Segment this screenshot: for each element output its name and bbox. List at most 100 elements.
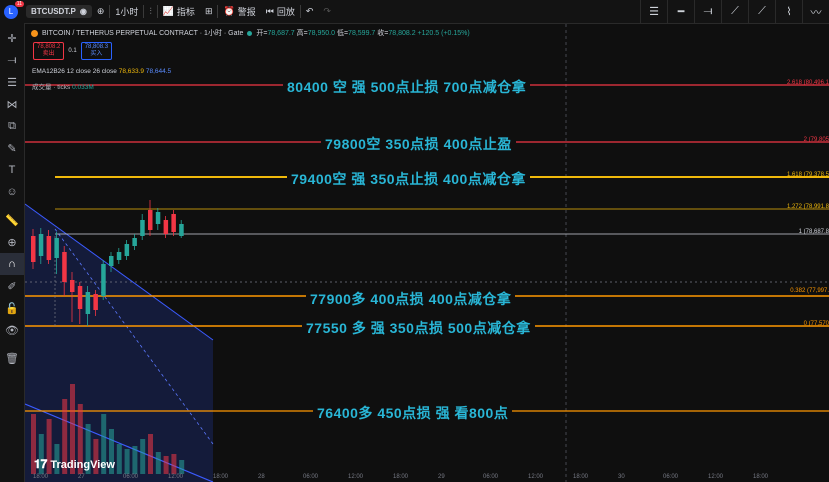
line-tools[interactable]: ⟞ bbox=[0, 49, 24, 71]
volume-bar bbox=[124, 449, 130, 474]
sell-label: 卖出 bbox=[42, 51, 55, 57]
sell-price: 78,808.2 bbox=[37, 44, 61, 50]
replay-icon: ⏮ bbox=[265, 6, 274, 16]
eye-icon: 👁 bbox=[5, 324, 19, 337]
magnet-icon: ∩ bbox=[8, 258, 16, 270]
layouts-button[interactable]: ⊞ bbox=[200, 0, 218, 23]
symbol-title: BITCOIN / TETHERUS PERPETUAL CONTRACT · … bbox=[42, 30, 244, 37]
pattern-tool[interactable]: 〰 bbox=[802, 0, 829, 23]
candle-body bbox=[46, 236, 52, 260]
fib-label-1272: 1.272 (78,991.8 bbox=[786, 204, 829, 210]
annotation-79400: 79400空 强 350点止损 400点减仓拿 bbox=[287, 169, 530, 189]
time-tick-label: 28 bbox=[258, 474, 265, 480]
trend-line-tool[interactable]: ⟋ bbox=[721, 0, 748, 23]
alert-button[interactable]: ⏰ 警报 bbox=[218, 0, 260, 23]
redo-button[interactable]: ↷ bbox=[318, 0, 336, 23]
chart-pane[interactable]: BITCOIN / TETHERUS PERPETUAL CONTRACT · … bbox=[25, 24, 829, 482]
candle-body bbox=[62, 252, 67, 282]
forecast-tools[interactable]: ⧉ bbox=[0, 115, 24, 137]
candle-body bbox=[155, 212, 161, 224]
time-tick-label: 12:00 bbox=[708, 474, 724, 480]
symbol-search-button[interactable]: BTCUSDT.P ◉ bbox=[26, 5, 92, 18]
volume-legend[interactable]: 成交量 · ticks 0.033M bbox=[32, 81, 94, 91]
drawing-toolbar: ✛ ⟞ ☰ ⋈ ⧉ ✎ T ☺ 📏 ⊕ ∩ ✐ 🔓 👁 🗑 bbox=[0, 23, 25, 482]
alarm-icon: ⏰ bbox=[223, 6, 235, 16]
time-axis[interactable]: 18:00 27 06:00 12:00 18:00 28 06:00 12:00 18:00 2… bbox=[25, 474, 829, 482]
add-symbol-button[interactable]: ⊕ bbox=[92, 0, 110, 23]
tradingview-icon: 𝟏𝟕 bbox=[34, 457, 48, 471]
fib-tools[interactable]: ☰ bbox=[0, 71, 24, 93]
fib-label-1618: 1.618 (79,378.5 bbox=[786, 172, 829, 178]
tradingview-logo[interactable]: 𝟏𝟕 TradingView bbox=[34, 457, 115, 472]
candle-body bbox=[70, 280, 75, 292]
measure-tool[interactable]: 📏 bbox=[0, 209, 24, 231]
path-icon: ⌇ bbox=[786, 6, 792, 18]
ema-label: EMA12B26 12 close 26 close bbox=[32, 68, 117, 75]
candle-body bbox=[101, 264, 106, 296]
time-tick-label: 12:00 bbox=[348, 474, 364, 480]
horizontal-line-tool[interactable]: ━ bbox=[667, 0, 694, 23]
horizontal-ray-tool[interactable]: ⟞ bbox=[694, 0, 721, 23]
volume-bar bbox=[155, 452, 161, 474]
channel-fill bbox=[25, 204, 213, 482]
time-tick-label: 18:00 bbox=[573, 474, 589, 480]
time-tick-label: 18:00 bbox=[33, 474, 49, 480]
plus-circle-icon: ⊕ bbox=[96, 6, 105, 16]
pattern-tools[interactable]: ⋈ bbox=[0, 93, 24, 115]
alert-label: 警报 bbox=[237, 7, 256, 17]
ray-tool[interactable]: ⟋ bbox=[748, 0, 775, 23]
volume-bar bbox=[171, 454, 177, 474]
text-tools[interactable]: T bbox=[0, 159, 24, 181]
replay-label: 回放 bbox=[276, 7, 295, 17]
buy-price: 78,808.3 bbox=[84, 44, 109, 50]
lock-drawings[interactable]: 🔓 bbox=[0, 297, 24, 319]
candle-body bbox=[93, 294, 98, 310]
time-tick-label: 27 bbox=[78, 474, 85, 480]
icon-tools[interactable]: ☺ bbox=[0, 181, 24, 203]
fib-retracement-tool[interactable]: ☰ bbox=[640, 0, 667, 23]
candle-body bbox=[148, 210, 153, 230]
annotation-77550: 77550 多 强 350点损 500点减仓拿 bbox=[302, 318, 535, 338]
remove-drawings[interactable]: 🗑 bbox=[0, 347, 24, 369]
path-tool[interactable]: ⌇ bbox=[775, 0, 802, 23]
indicators-button[interactable]: 📈 指标 bbox=[158, 0, 200, 23]
annotation-77900: 77900多 400点损 400点减仓拿 bbox=[306, 289, 516, 309]
text-icon: T bbox=[8, 164, 16, 176]
magnet-tool[interactable]: ∩ bbox=[0, 253, 24, 275]
indicators-label: 指标 bbox=[176, 7, 195, 17]
hide-drawings[interactable]: 👁 bbox=[0, 319, 24, 341]
volume-bar bbox=[132, 446, 138, 474]
crosshair-tool[interactable]: ✛ bbox=[0, 27, 24, 49]
chart-type-button[interactable]: ⫶ bbox=[144, 0, 156, 23]
timeframe-button[interactable]: 1小时 bbox=[110, 0, 143, 23]
sell-button[interactable]: 78,808.2 卖出 bbox=[33, 42, 65, 60]
candle-body bbox=[124, 244, 130, 256]
annotation-79800: 79800空 350点损 400点止盈 bbox=[321, 134, 516, 154]
fib-label-1: 1 (78,687.8 bbox=[798, 229, 829, 235]
candle-body bbox=[163, 220, 169, 234]
zoom-tool[interactable]: ⊕ bbox=[0, 231, 24, 253]
time-tick-label: 06:00 bbox=[303, 474, 319, 480]
user-avatar[interactable]: L 11 bbox=[4, 0, 24, 19]
volume-label: 成交量 · ticks bbox=[32, 84, 71, 91]
replay-button[interactable]: ⏮ 回放 bbox=[261, 0, 300, 23]
top-toolbar: L 11 BTCUSDT.P ◉ ⊕ 1小时 ⫶ 📈 指标 ⊞ ⏰ 警报 ⏮ 回放 ↶… bbox=[0, 0, 829, 24]
ema-legend[interactable]: EMA12B26 12 close 26 close 78,633.9 78,6… bbox=[32, 68, 171, 75]
timeframe-label: 1小时 bbox=[115, 7, 139, 17]
undo-button[interactable]: ↶ bbox=[301, 0, 319, 23]
annotation-80400: 80400 空 强 500点止损 700点减仓拿 bbox=[283, 77, 531, 97]
brush-tools[interactable]: ✎ bbox=[0, 137, 24, 159]
candle-body bbox=[179, 224, 184, 236]
time-tick-label: 06:00 bbox=[123, 474, 139, 480]
stay-in-drawing-mode[interactable]: ✐ bbox=[0, 275, 24, 297]
time-tick-label: 18:00 bbox=[753, 474, 769, 480]
avatar-letter: L bbox=[8, 7, 14, 16]
order-buttons: 78,808.2 卖出 0.1 78,808.3 买入 bbox=[33, 42, 113, 60]
fib-label-2618: 2.618 (80,496.1 bbox=[786, 80, 829, 86]
forecast-icon: ⧉ bbox=[8, 119, 16, 132]
time-tick-label: 06:00 bbox=[483, 474, 499, 480]
crosshair-icon: ✛ bbox=[7, 32, 17, 45]
candle-body bbox=[140, 220, 145, 236]
buy-button[interactable]: 78,808.3 买入 bbox=[80, 42, 113, 60]
buy-label: 买入 bbox=[90, 51, 103, 57]
